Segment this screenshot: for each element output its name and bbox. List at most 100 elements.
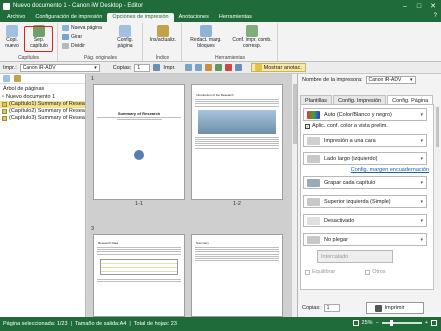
maximize-button[interactable]: □	[413, 1, 425, 11]
tab-opciones-impresion[interactable]: Opciones de impresión	[107, 13, 174, 22]
close-button[interactable]: ✕	[427, 1, 439, 11]
mostrar-anotac-button[interactable]: Mostrar anotac.	[250, 63, 306, 72]
delete-icon[interactable]	[224, 64, 232, 71]
fold-icon	[307, 236, 320, 244]
chevron-down-icon: ▾	[420, 218, 423, 224]
copies-input[interactable]: 1	[134, 63, 151, 72]
fold-select[interactable]: No plegar ▾	[303, 233, 427, 246]
tab-herramientas[interactable]: Herramientas	[214, 13, 257, 22]
redo-icon[interactable]	[194, 64, 202, 71]
redact-marg-button[interactable]: Redact. marg. bloques	[185, 25, 227, 49]
chevron-down-icon: ▾	[420, 112, 423, 118]
ins-actualiz-button[interactable]: Ins/actualiz.	[146, 25, 180, 44]
group-label-capitulos: Capítulos	[17, 55, 40, 61]
intercalado-select: Intercalado	[317, 250, 393, 263]
print-button-main[interactable]: Imprimir	[365, 302, 424, 314]
chapter-icon	[2, 102, 7, 107]
config-pagina-button[interactable]: Config. página	[111, 25, 139, 49]
tree-item-chapter3[interactable]: (Capítulo3) Summary of Resea	[0, 115, 85, 122]
undo-icon[interactable]	[184, 64, 192, 71]
print-icon[interactable]	[153, 64, 161, 71]
mail-merge-icon	[246, 25, 258, 37]
zoom-out-icon[interactable]: −	[376, 320, 379, 326]
color-icon	[307, 111, 320, 119]
note-icon	[254, 64, 262, 71]
girar-button[interactable]: Girar	[62, 34, 82, 40]
page-thumbnail-2[interactable]: Introduction of the Research	[191, 84, 283, 200]
page-thumbnail-4[interactable]: Summary	[191, 234, 283, 317]
settings-panel: Nombre de la impresora: Canon iR-ADV ▾ Pl…	[297, 74, 441, 317]
window-title: Nuevo documento 1 - Canon iW Desktop - E…	[13, 3, 144, 9]
color-mode-select[interactable]: Auto (Color/Blanco y negro) ▾	[303, 108, 427, 121]
right-copies-input[interactable]: 1	[323, 304, 340, 312]
zoom-in-icon[interactable]: +	[425, 320, 428, 326]
highlight-box	[24, 26, 53, 52]
index-icon	[157, 25, 169, 37]
help-icon[interactable]: ?	[434, 13, 437, 19]
chevron-down-icon: ▾	[420, 199, 423, 205]
app-icon	[3, 2, 10, 10]
group-label-pag-originales: Pág. originales	[83, 55, 118, 61]
page-thumbnail-3[interactable]: Research Data	[93, 234, 185, 317]
page-thumbnail-1[interactable]: Summary of Research	[93, 84, 185, 200]
expand-icon[interactable]	[3, 75, 10, 82]
zoom-slider-thumb[interactable]	[389, 320, 393, 326]
status-output-size: Tamaño de salida:A4	[74, 321, 127, 327]
document-copy-icon	[6, 25, 18, 37]
printer-name-select[interactable]: Canon iR-ADV ▾	[365, 76, 416, 84]
view-mode-icon[interactable]	[431, 320, 437, 326]
dividir-button[interactable]: Dividir	[62, 43, 85, 49]
printer-name-row: Nombre de la impresora: Canon iR-ADV ▾	[302, 76, 437, 84]
checkbox-checked-icon: ✓	[305, 123, 310, 129]
ribbon: Copi. nuevo Sep. capítulo Capítulos Nuev…	[0, 22, 441, 62]
print-button[interactable]: Impr.	[163, 65, 175, 71]
page-label: 1-2	[233, 201, 241, 207]
fit-page-icon[interactable]	[352, 320, 359, 326]
printer-select[interactable]: Canon iR-ADV ▾	[19, 63, 100, 72]
bookmark-icon[interactable]	[14, 75, 21, 82]
conf-impr-comb-button[interactable]: Conf. impr. comb. corresp.	[229, 25, 275, 49]
tree-item-chapter1[interactable]: (Capítulo1) Summary of Resea	[0, 101, 85, 108]
zoom-slider[interactable]	[381, 320, 422, 326]
minimize-button[interactable]: –	[399, 1, 411, 11]
chevron-down-icon: ▾	[420, 138, 423, 144]
margin-config-link[interactable]: Config. margen encuadernación	[305, 167, 429, 173]
split-icon	[62, 43, 69, 49]
group-herramientas: Redact. marg. bloques Conf. impr. comb. …	[183, 23, 278, 61]
staple-position-icon	[307, 198, 320, 206]
status-page-selected: Página seleccionada: 1/23	[3, 321, 68, 327]
annotation-icon[interactable]	[204, 64, 212, 71]
zoom-icon[interactable]	[234, 64, 242, 71]
staple-position-select[interactable]: Superior izquierda (Simple) ▾	[303, 195, 427, 208]
tab-configuracion-impresion[interactable]: Configuración de impresión	[30, 13, 107, 22]
apply-color-checkbox[interactable]: ✓ Aplic. conf. color a vista prelim.	[305, 123, 429, 129]
nueva-pagina-button[interactable]: Nueva página	[62, 25, 102, 31]
settings-body: Auto (Color/Blanco y negro) ▾ ✓ Aplic. con…	[300, 104, 434, 290]
margin-edit-icon	[200, 25, 212, 37]
chevron-down-icon: ▾	[420, 237, 423, 243]
new-page-icon	[62, 25, 69, 31]
tab-anotaciones[interactable]: Anotaciones	[174, 13, 214, 22]
tree-item-chapter2[interactable]: (Capítulo2) Summary of Resea	[0, 108, 85, 115]
printer-icon	[374, 304, 382, 312]
status-total-sheets: Total de hojas: 23	[133, 321, 177, 327]
staple-select[interactable]: Grapar cada capítulo ▾	[303, 176, 427, 189]
scrollbar-thumb[interactable]	[436, 107, 439, 147]
page-tree-title: Árbol de páginas	[3, 86, 45, 92]
zoom-controls: 25% − +	[352, 320, 437, 326]
tree-root[interactable]: ▫ Nuevo documento 1	[0, 94, 85, 101]
tab-archivo[interactable]: Archivo	[2, 13, 30, 22]
page-title: Summary of Research	[117, 111, 161, 116]
page-title: Introduction of the Research	[196, 93, 234, 97]
settings-scrollbar[interactable]	[435, 105, 440, 289]
stamp-icon[interactable]	[214, 64, 222, 71]
page-number: 1	[91, 76, 95, 82]
binding-select[interactable]: Lado largo (izquierdo) ▾	[303, 152, 427, 165]
page-number: 3	[91, 226, 95, 232]
copia-nuevo-button[interactable]: Copi. nuevo	[2, 25, 22, 49]
chevron-down-icon: ▾	[420, 156, 423, 162]
page-title: Summary	[196, 241, 209, 245]
page-title: Research Data	[98, 241, 119, 245]
punch-select[interactable]: Desactivado ▾	[303, 214, 427, 227]
print-side-select[interactable]: Impresión a una cara ▾	[303, 134, 427, 147]
